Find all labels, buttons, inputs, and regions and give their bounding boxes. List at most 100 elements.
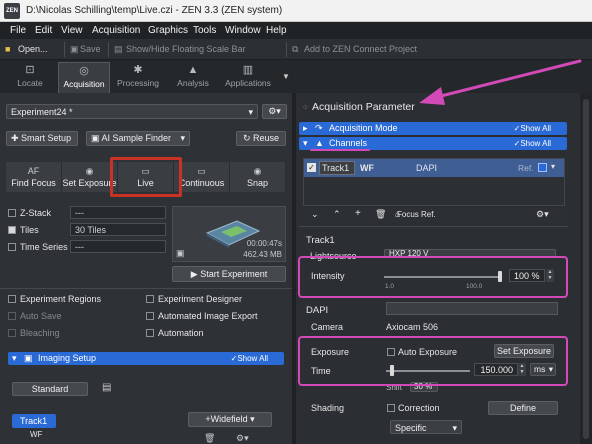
save-button[interactable]: Save bbox=[80, 44, 101, 54]
track-row[interactable]: ✓ Track1 WF DAPI Ref. ▾ bbox=[304, 159, 564, 177]
find-focus-button[interactable]: AF Find Focus bbox=[6, 162, 62, 192]
tab-processing[interactable]: ✱ Processing bbox=[112, 62, 164, 93]
continuous-icon: ▭ bbox=[197, 166, 206, 176]
continuous-label: Continuous bbox=[178, 178, 225, 188]
setup-list-icon[interactable]: ▤ bbox=[102, 382, 111, 393]
acquisition-icon: ◎ bbox=[79, 65, 89, 77]
tabs-overflow-icon[interactable]: ▼ bbox=[282, 72, 290, 81]
add-widefield-button[interactable]: +Widefield ▾ bbox=[188, 412, 272, 427]
track-checkbox-icon[interactable]: ✓ bbox=[307, 163, 316, 172]
menu-acquisition[interactable]: Acquisition bbox=[92, 25, 140, 36]
trash-icon[interactable]: 🗑 bbox=[375, 209, 386, 220]
define-button[interactable]: Define bbox=[488, 401, 558, 415]
experiment-designer-checkbox[interactable] bbox=[146, 295, 154, 303]
trash-icon[interactable]: 🗑 bbox=[204, 433, 215, 444]
time-series-checkbox[interactable] bbox=[8, 243, 16, 251]
snap-button[interactable]: ◉ Snap bbox=[230, 162, 286, 192]
camera-icon: ◉ bbox=[85, 166, 94, 176]
automation-checkbox[interactable] bbox=[146, 329, 154, 337]
tab-label: Acquisition bbox=[63, 79, 105, 89]
tab-label: Processing bbox=[116, 78, 160, 88]
experiment-dropdown[interactable]: Experiment24 * ▾ bbox=[6, 104, 258, 119]
menu-file[interactable]: File bbox=[10, 25, 26, 36]
standard-button[interactable]: Standard bbox=[12, 382, 88, 396]
tab-acquisition[interactable]: ◎ Acquisition bbox=[58, 62, 110, 93]
tab-analysis[interactable]: ▲ Analysis bbox=[167, 62, 219, 93]
applications-icon: ▥ bbox=[242, 64, 254, 76]
shading-correction-checkbox[interactable] bbox=[387, 404, 395, 412]
processing-icon: ✱ bbox=[133, 64, 143, 76]
drag-handle-icon: ⁘ bbox=[302, 103, 309, 112]
section-divider bbox=[299, 226, 568, 227]
toolbar-divider bbox=[108, 42, 109, 57]
experiment-designer-label: Experiment Designer bbox=[158, 294, 243, 304]
reuse-button[interactable]: ↻ Reuse bbox=[236, 131, 286, 146]
analysis-icon: ▲ bbox=[187, 64, 199, 76]
menu-graphics[interactable]: Graphics bbox=[148, 25, 188, 36]
scrollbar-thumb[interactable] bbox=[583, 99, 589, 439]
show-all-toggle[interactable]: ✓Show All bbox=[514, 122, 551, 135]
show-all-toggle[interactable]: ✓Show All bbox=[231, 352, 268, 365]
experiment-options-button[interactable]: ⚙▾ bbox=[262, 104, 287, 119]
gear-icon[interactable]: ⚙▾ bbox=[236, 433, 249, 444]
tab-label: Locate bbox=[17, 78, 43, 88]
find-focus-label: Find Focus bbox=[11, 178, 56, 188]
smart-setup-icon: ✚ bbox=[11, 133, 22, 143]
shading-label: Shading bbox=[311, 403, 345, 413]
toolbar-divider bbox=[64, 42, 65, 57]
menu-bar: File Edit View Acquisition Graphics Tool… bbox=[0, 22, 592, 39]
show-all-label: Show All bbox=[520, 124, 551, 133]
automation-label: Automation bbox=[158, 328, 204, 338]
acquisition-mode-header[interactable]: ▸ ↷ Acquisition Mode ✓Show All bbox=[299, 122, 567, 135]
tab-applications[interactable]: ▥ Applications bbox=[222, 62, 274, 93]
ai-sample-finder-button[interactable]: ▣ AI Sample Finder ▾ bbox=[86, 131, 190, 146]
right-scrollbar[interactable] bbox=[580, 93, 592, 444]
gear-icon[interactable]: ⚙▾ bbox=[536, 209, 549, 220]
scale-bar-button[interactable]: Show/Hide Floating Scale Bar bbox=[126, 44, 246, 54]
intensity-highlight-box bbox=[298, 256, 568, 298]
z-stack-checkbox[interactable] bbox=[8, 209, 16, 217]
camera-value: Axiocam 506 bbox=[386, 322, 439, 332]
window-title: D:\Nicolas Schilling\temp\Live.czi - ZEN… bbox=[26, 5, 283, 16]
experiment-regions-label: Experiment Regions bbox=[20, 294, 102, 304]
locate-icon: ⊡ bbox=[25, 64, 35, 76]
menu-view[interactable]: View bbox=[61, 25, 83, 36]
tab-locate[interactable]: ⊡ Locate bbox=[4, 62, 56, 93]
acquisition-mode-icon: ↷ bbox=[315, 123, 323, 133]
menu-tools[interactable]: Tools bbox=[193, 25, 216, 36]
channel-color-swatch[interactable] bbox=[538, 163, 547, 172]
show-all-toggle[interactable]: ✓Show All bbox=[514, 137, 551, 150]
automated-image-export-checkbox[interactable] bbox=[146, 312, 154, 320]
add-icon[interactable]: + bbox=[355, 208, 361, 219]
move-down-icon[interactable]: ⌄ bbox=[311, 209, 319, 220]
z-stack-label: Z-Stack bbox=[20, 208, 52, 218]
zen-connect-button[interactable]: Add to ZEN Connect Project bbox=[304, 44, 417, 54]
imaging-setup-title: Imaging Setup bbox=[38, 353, 97, 363]
automated-image-export-label: Automated Image Export bbox=[158, 311, 258, 321]
chevron-down-icon: ▾ bbox=[452, 423, 457, 433]
toolbar-divider bbox=[286, 42, 287, 57]
channel-name: DAPI bbox=[416, 163, 438, 173]
menu-edit[interactable]: Edit bbox=[35, 25, 52, 36]
track-table: ✓ Track1 WF DAPI Ref. ▾ bbox=[303, 158, 565, 206]
start-experiment-button[interactable]: ▶ Start Experiment bbox=[172, 266, 286, 282]
open-button[interactable]: Open... bbox=[18, 44, 48, 54]
menu-help[interactable]: Help bbox=[266, 25, 287, 36]
channel-name-field[interactable] bbox=[386, 302, 558, 315]
section-divider bbox=[0, 288, 292, 289]
channel-section-title: DAPI bbox=[306, 305, 329, 316]
imaging-setup-header[interactable]: ▾ ▣ Imaging Setup ✓Show All bbox=[8, 352, 284, 365]
chevron-down-icon[interactable]: ▾ bbox=[551, 162, 555, 171]
menu-window[interactable]: Window bbox=[225, 25, 261, 36]
auto-save-label: Auto Save bbox=[20, 311, 62, 321]
move-up-icon[interactable]: ⌃ bbox=[333, 209, 341, 220]
track-title: Track1 bbox=[306, 235, 335, 246]
focus-ref-button[interactable]: Focus Ref. bbox=[397, 210, 436, 219]
shading-mode-dropdown[interactable]: Specific ▾ bbox=[390, 420, 462, 434]
time-series-value: --- bbox=[70, 240, 166, 253]
tiles-checkbox[interactable] bbox=[8, 226, 16, 234]
smart-setup-button[interactable]: ✚ Smart Setup bbox=[6, 131, 78, 146]
experiment-regions-checkbox[interactable] bbox=[8, 295, 16, 303]
continuous-button[interactable]: ▭ Continuous bbox=[174, 162, 230, 192]
track1-chip[interactable]: Track1 bbox=[12, 414, 56, 428]
